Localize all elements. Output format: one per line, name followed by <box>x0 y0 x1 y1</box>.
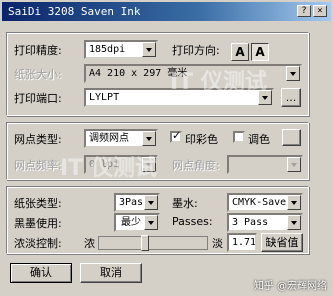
adjust-color-label: 调色 <box>248 133 270 146</box>
black-ink-select[interactable]: 最少 <box>114 213 160 232</box>
chevron-down-icon[interactable] <box>258 90 272 105</box>
ink-select[interactable]: CMYK-Saven <box>227 193 303 212</box>
chevron-down-icon[interactable] <box>142 157 156 172</box>
chevron-down-icon[interactable] <box>144 215 158 230</box>
chevron-down-icon[interactable] <box>286 66 300 81</box>
precision-value: 185dpi <box>89 44 126 55</box>
print-color-label: 印彩色 <box>185 133 218 146</box>
density-value: 1.71 <box>232 237 257 248</box>
close-button[interactable]: × <box>313 5 327 17</box>
ink-value: CMYK-Saven <box>232 197 293 208</box>
landscape-icon[interactable]: A <box>251 43 269 61</box>
chevron-down-icon[interactable] <box>287 157 301 172</box>
paper-type-select[interactable]: 3Pass S <box>114 193 160 212</box>
print-color-checkbox[interactable] <box>170 129 182 143</box>
screen-angle-label: 网点角度: <box>172 159 220 172</box>
halftone-label: 网点类型: <box>14 133 62 146</box>
halftone-value: 调频网点 <box>89 133 129 144</box>
passes-value: 3 Pass <box>232 217 269 228</box>
paper-size-select[interactable]: A4 210 x 297 毫米 <box>84 64 302 83</box>
halftone-select[interactable]: 调频网点 <box>84 129 158 148</box>
passes-label: Passes: <box>172 215 213 228</box>
density-value-field[interactable]: 1.71 <box>227 233 257 252</box>
screen-freq-value: 0 lpi <box>89 159 120 170</box>
orientation-label: 打印方向: <box>172 44 220 57</box>
port-value: LYLPT <box>89 92 120 103</box>
title-buttons: ? × <box>297 5 327 17</box>
density-slider-thumb[interactable] <box>141 235 149 251</box>
chevron-down-icon[interactable] <box>142 131 156 146</box>
density-label: 浓淡控制: <box>14 237 62 250</box>
paper-size-label: 纸张大小: <box>14 68 62 81</box>
port-select[interactable]: LYLPT <box>84 88 274 107</box>
print-settings-dialog: SaiDi 3208 Saven Ink ? × 打印精度: 185dpi 打印… <box>0 0 333 296</box>
screen-angle-select[interactable] <box>227 155 303 174</box>
default-button[interactable]: 缺省值 <box>261 233 303 252</box>
screen-freq-select[interactable]: 0 lpi <box>84 155 158 174</box>
passes-select[interactable]: 3 Pass <box>227 213 303 232</box>
adjust-color-button[interactable] <box>282 129 301 146</box>
ok-button[interactable]: 确认 <box>10 263 72 283</box>
chevron-down-icon[interactable] <box>287 215 301 230</box>
port-browse-button[interactable]: ... <box>281 88 301 107</box>
density-slider[interactable] <box>98 235 208 251</box>
black-ink-label: 黑墨使用: <box>14 217 62 230</box>
black-ink-value: 最少 <box>121 217 141 228</box>
density-light-label: 淡 <box>212 237 223 250</box>
paper-size-value: A4 210 x 297 毫米 <box>89 68 188 79</box>
title-bar[interactable]: SaiDi 3208 Saven Ink ? × <box>2 2 331 21</box>
density-dark-label: 浓 <box>84 237 95 250</box>
portrait-icon[interactable]: A <box>231 43 249 61</box>
paper-type-label: 纸张类型: <box>14 197 62 210</box>
window-title: SaiDi 3208 Saven Ink <box>8 5 141 18</box>
precision-select[interactable]: 185dpi <box>84 40 158 59</box>
adjust-color-checkbox[interactable] <box>233 131 245 143</box>
source-watermark: 知乎 @宏辉网络 <box>253 281 327 292</box>
screen-freq-label: 网点频率: <box>14 159 62 172</box>
port-label: 打印端口: <box>14 92 62 105</box>
chevron-down-icon[interactable] <box>287 195 301 210</box>
help-button[interactable]: ? <box>297 5 311 17</box>
precision-label: 打印精度: <box>14 44 62 57</box>
chevron-down-icon[interactable] <box>142 42 156 57</box>
cancel-button[interactable]: 取消 <box>80 263 142 283</box>
ink-label: 墨水: <box>172 197 198 210</box>
chevron-down-icon[interactable] <box>144 195 158 210</box>
